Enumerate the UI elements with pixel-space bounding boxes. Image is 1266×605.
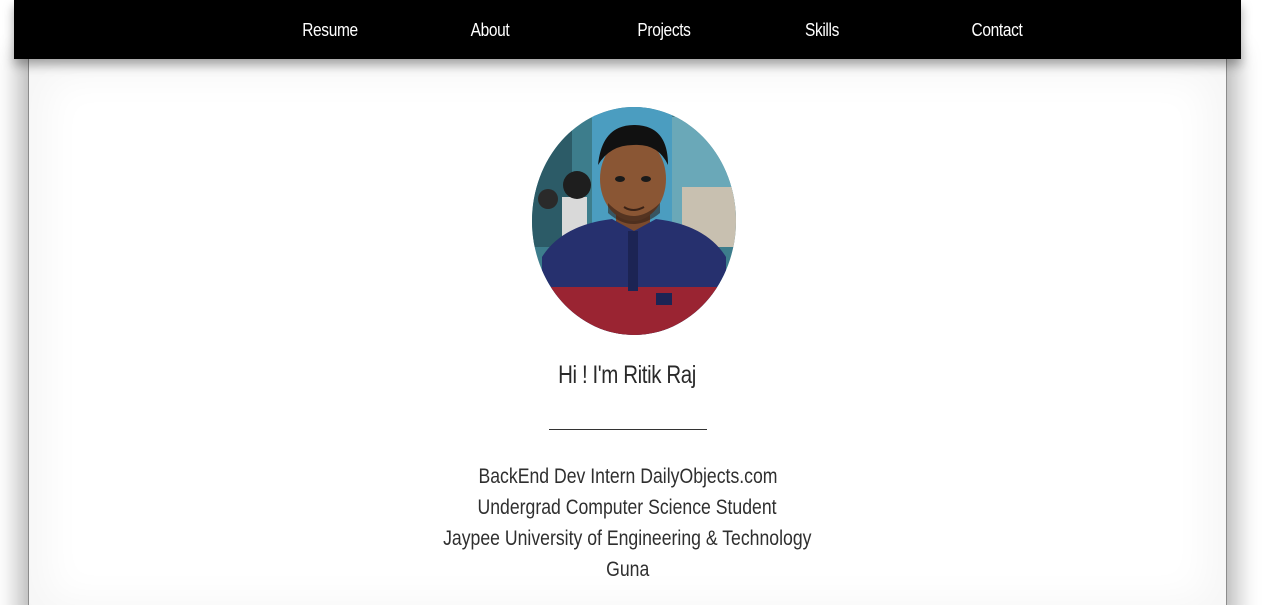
greeting-heading: Hi ! I'm Ritik Raj xyxy=(558,361,697,389)
bio-line-university: Jaypee University of Engineering & Techn… xyxy=(443,527,812,550)
bio-line-study: Undergrad Computer Science Student xyxy=(477,496,778,519)
bio-line-city: Guna xyxy=(605,558,650,581)
nav-link-about[interactable]: About xyxy=(438,0,541,59)
nav-link-contact[interactable]: Contact xyxy=(945,0,1048,59)
top-navbar: Resume About Projects Skills Contact xyxy=(14,0,1241,59)
bio-block: BackEnd Dev Intern DailyObjects.com Unde… xyxy=(29,461,1226,585)
profile-photo xyxy=(532,107,736,335)
nav-link-resume[interactable]: Resume xyxy=(278,0,381,59)
nav-link-projects[interactable]: Projects xyxy=(612,0,715,59)
page: Resume About Projects Skills Contact Hi … xyxy=(0,0,1266,605)
bio-line-role: BackEnd Dev Intern DailyObjects.com xyxy=(477,465,778,488)
profile-card: Hi ! I'm Ritik Raj BackEnd Dev Intern Da… xyxy=(28,59,1227,605)
greeting-divider xyxy=(549,429,707,430)
nav-link-skills[interactable]: Skills xyxy=(770,0,873,59)
